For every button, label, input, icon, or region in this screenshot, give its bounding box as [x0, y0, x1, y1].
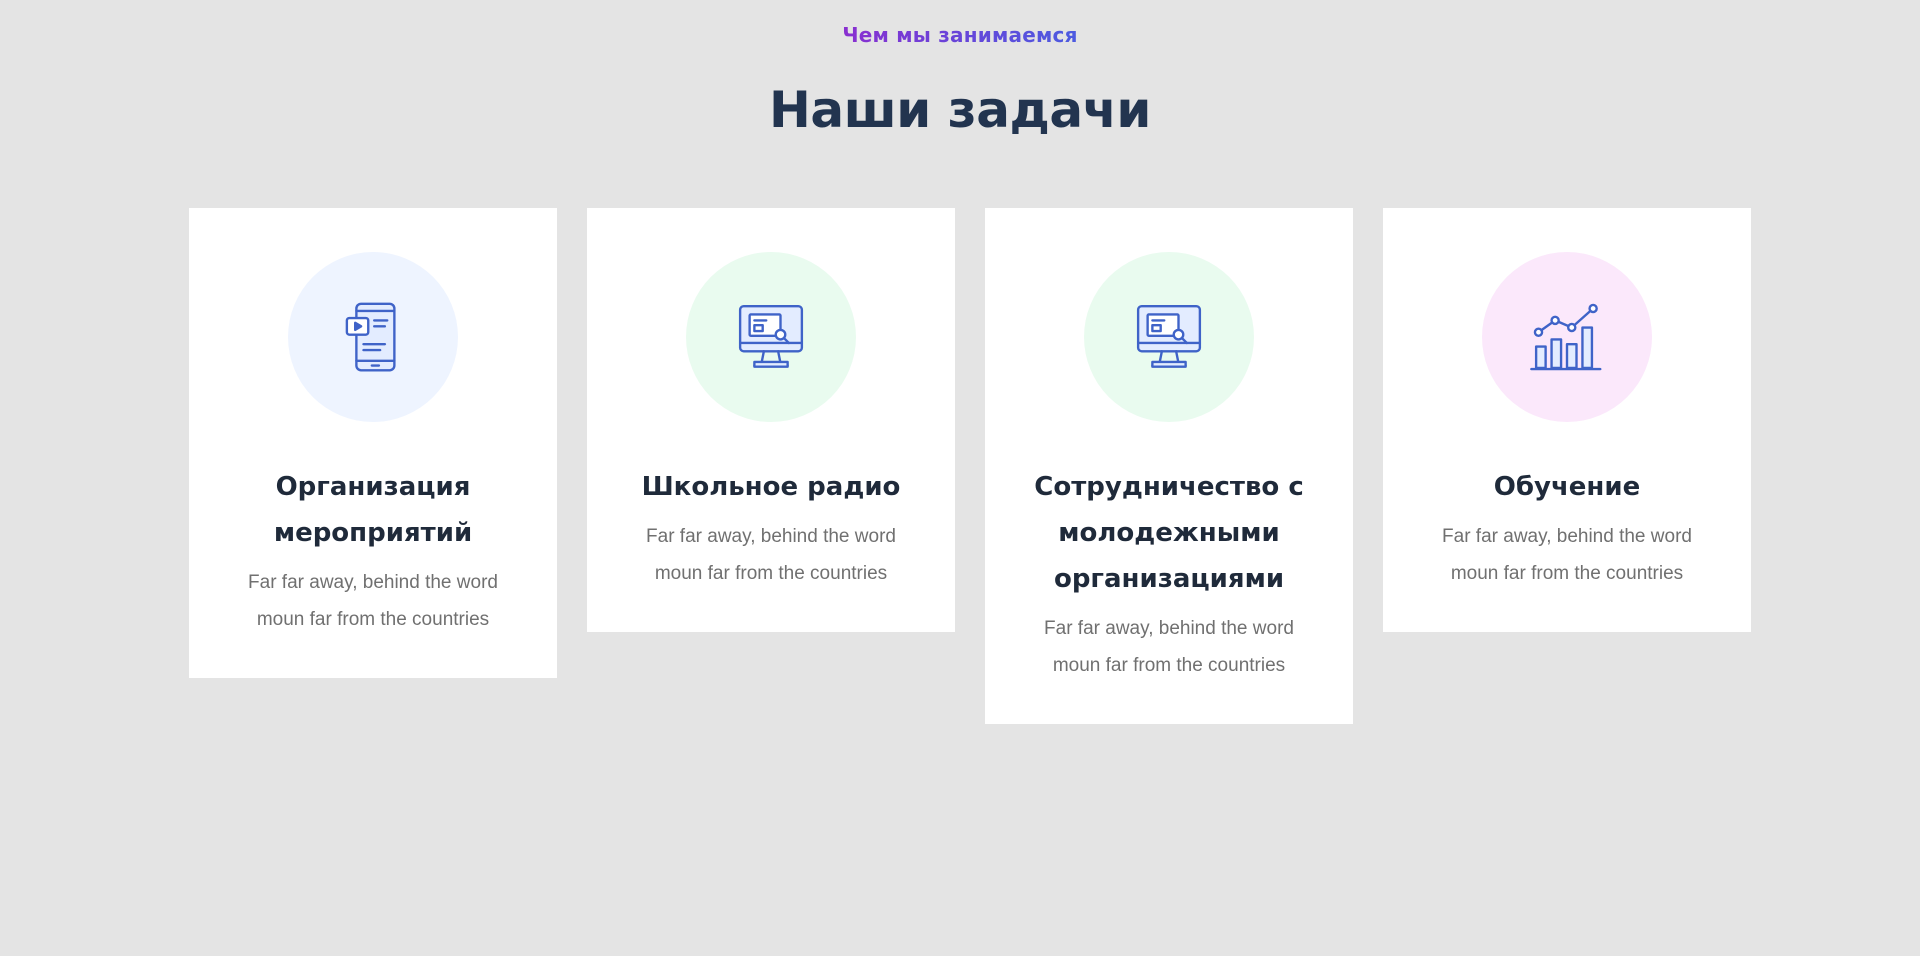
card-text: Far far away, behind the word moun far f…	[1044, 618, 1294, 676]
icon-circle	[288, 252, 458, 422]
card-text: Far far away, behind the word moun far f…	[248, 572, 498, 630]
card-text: Far far away, behind the word moun far f…	[646, 526, 896, 584]
tablet-video-icon	[345, 302, 396, 372]
icon-circle	[686, 252, 856, 422]
card-title: Организация мероприятий	[273, 472, 473, 548]
service-cards: Организация мероприятий Far far away, be…	[189, 208, 1752, 724]
card-title: Обучение	[1493, 472, 1641, 502]
service-card-training: Обучение Far far away, behind the word m…	[1383, 208, 1751, 632]
section-subheading: Чем мы занимаемся	[0, 22, 1920, 48]
service-card-events: Организация мероприятий Far far away, be…	[189, 208, 557, 678]
icon-circle	[1084, 252, 1254, 422]
icon-circle	[1482, 252, 1652, 422]
card-title: Школьное радио	[641, 472, 901, 502]
section-subheading-text: Чем мы занимаемся	[842, 23, 1078, 47]
service-card-radio: Школьное радио Far far away, behind the …	[587, 208, 955, 632]
card-text: Far far away, behind the word moun far f…	[1442, 526, 1692, 584]
bar-chart-growth-icon	[1530, 303, 1602, 371]
monitor-icon	[1136, 304, 1202, 368]
card-title: Сотрудничество с молодежными организация…	[1034, 472, 1304, 594]
section-heading: Наши задачи	[769, 81, 1151, 139]
services-section: Чем мы занимаемся Наши задачи Организаци	[0, 0, 1920, 956]
service-card-cooperation: Сотрудничество с молодежными организация…	[985, 208, 1353, 724]
monitor-icon	[738, 304, 804, 368]
